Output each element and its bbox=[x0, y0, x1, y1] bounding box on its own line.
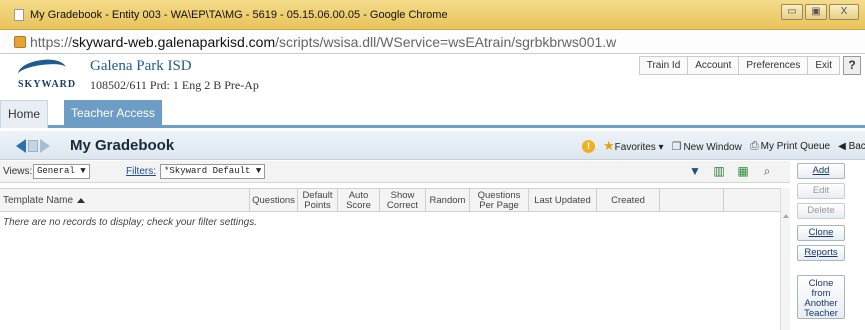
add-label: Add bbox=[812, 165, 830, 176]
col-questions[interactable]: Questions bbox=[249, 189, 297, 212]
district-name: Galena Park ISD bbox=[90, 58, 192, 74]
exit-link[interactable]: Exit bbox=[808, 56, 840, 75]
preferences-link[interactable]: Preferences bbox=[739, 56, 809, 75]
tab-home[interactable]: Home bbox=[0, 100, 49, 128]
filter-icon[interactable]: ▼ bbox=[688, 164, 702, 178]
chart-icon[interactable]: ▥ bbox=[712, 164, 726, 178]
address-bar[interactable]: https://skyward-web.galenaparkisd.com/sc… bbox=[0, 30, 865, 54]
col-auto-score[interactable]: Auto Score bbox=[337, 189, 379, 212]
reports-label: Reports bbox=[804, 247, 838, 258]
clone-from-teacher-button[interactable]: Clone from Another Teacher bbox=[797, 275, 845, 319]
help-button[interactable]: ? bbox=[843, 56, 861, 75]
filters-link[interactable]: Filters: bbox=[126, 166, 156, 177]
reports-button[interactable]: Reports bbox=[797, 245, 845, 261]
tab-teacher-access[interactable]: Teacher Access bbox=[64, 100, 163, 128]
skyward-logo: SKYWARD bbox=[16, 56, 75, 94]
new-window-button[interactable]: ❐ New Window bbox=[672, 140, 742, 153]
app-header: SKYWARD Galena Park ISD 108502/611 Prd: … bbox=[0, 54, 865, 98]
url-host: skyward-web.galenaparkisd.com bbox=[72, 34, 276, 50]
printer-icon: ⎙ bbox=[749, 139, 759, 152]
views-label: Views: bbox=[3, 166, 33, 177]
col-spacer-2 bbox=[723, 189, 780, 212]
close-button[interactable]: X bbox=[829, 4, 859, 20]
page-title-bar: My Gradebook ! ★Favorites ▾ ❐ New Window … bbox=[0, 131, 865, 160]
page-title: My Gradebook bbox=[70, 137, 175, 154]
back-arrow-icon[interactable] bbox=[16, 139, 26, 153]
filter-bar: Views: General ▼ Filters: *Skyward Defau… bbox=[0, 161, 790, 183]
class-context: 108502/611 Prd: 1 Eng 2 B Pre-Ap bbox=[90, 78, 259, 92]
print-queue-button[interactable]: ⎙ My Print Queue bbox=[750, 140, 830, 153]
maximize-button[interactable]: ▣ bbox=[805, 4, 827, 20]
print-preview-icon[interactable]: ⌕ bbox=[760, 164, 774, 178]
logo-wordmark: SKYWARD bbox=[18, 79, 77, 90]
minimize-button[interactable]: ▭ bbox=[781, 4, 803, 20]
grid-tools: ▼ ▥ ▦ ⌕ bbox=[688, 164, 774, 178]
sort-asc-icon bbox=[77, 198, 86, 203]
star-icon: ★ bbox=[603, 138, 615, 153]
page-tools: ! ★Favorites ▾ ❐ New Window ⎙ My Print Que… bbox=[582, 138, 865, 154]
new-window-icon: ❐ bbox=[671, 140, 682, 153]
views-select[interactable]: General ▼ bbox=[33, 164, 90, 179]
add-button[interactable]: Add bbox=[797, 163, 845, 179]
lock-icon bbox=[14, 36, 26, 48]
window-controls: ▭ ▣ X bbox=[781, 4, 859, 20]
favorites-label: Favorites ▾ bbox=[614, 142, 664, 153]
browser-title-bar: My Gradebook - Entity 003 - WA\EP\TA\MG … bbox=[0, 0, 865, 30]
account-link[interactable]: Account bbox=[688, 56, 740, 75]
col-template-name[interactable]: Template Name bbox=[0, 189, 249, 212]
col-default-points[interactable]: Default Points bbox=[297, 189, 337, 212]
top-links: Train Id Account Preferences Exit ? bbox=[638, 56, 861, 75]
alert-icon[interactable]: ! bbox=[582, 139, 595, 153]
grid-header: Template Name Questions Default Points A… bbox=[0, 188, 790, 212]
col-created[interactable]: Created bbox=[596, 189, 659, 212]
col-random[interactable]: Random bbox=[425, 189, 469, 212]
grid-scrollbar[interactable] bbox=[780, 188, 790, 330]
col-spacer bbox=[659, 189, 723, 212]
col-questions-per-page[interactable]: Questions Per Page bbox=[469, 189, 528, 212]
print-queue-label: My Print Queue bbox=[760, 140, 831, 152]
edit-button[interactable]: Edit bbox=[797, 183, 845, 199]
col-last-updated[interactable]: Last Updated bbox=[528, 189, 596, 212]
col-template-name-label: Template Name bbox=[3, 194, 74, 206]
col-show-correct[interactable]: Show Correct bbox=[379, 189, 425, 212]
main-nav: Home Teacher Access bbox=[0, 98, 865, 128]
empty-message: There are no records to display; check y… bbox=[3, 217, 258, 228]
export-excel-icon[interactable]: ▦ bbox=[736, 164, 750, 178]
clone-label: Clone bbox=[808, 227, 834, 238]
url-text[interactable]: https://skyward-web.galenaparkisd.com/sc… bbox=[30, 34, 616, 50]
clone-button[interactable]: Clone bbox=[797, 225, 845, 241]
page-icon bbox=[14, 9, 24, 21]
url-path: /scripts/wsisa.dll/WService=wsEAtrain/sg… bbox=[275, 34, 617, 50]
history-arrows bbox=[16, 139, 50, 153]
favorites-menu[interactable]: ★Favorites ▾ bbox=[603, 138, 664, 154]
grid-body: There are no records to display; check y… bbox=[0, 212, 790, 330]
page-history-icon[interactable] bbox=[28, 140, 38, 152]
window-title: My Gradebook - Entity 003 - WA\EP\TA\MG … bbox=[30, 9, 448, 21]
new-window-label: New Window bbox=[683, 141, 742, 153]
forward-arrow-icon[interactable] bbox=[40, 139, 50, 153]
url-scheme: https:// bbox=[30, 34, 73, 50]
train-id-link[interactable]: Train Id bbox=[638, 56, 689, 75]
scroll-up-icon[interactable] bbox=[783, 214, 789, 218]
back-button[interactable]: ◀ Back bbox=[838, 141, 865, 152]
filters-select[interactable]: *Skyward Default ▼ bbox=[160, 164, 266, 179]
delete-button[interactable]: Delete bbox=[797, 203, 845, 219]
